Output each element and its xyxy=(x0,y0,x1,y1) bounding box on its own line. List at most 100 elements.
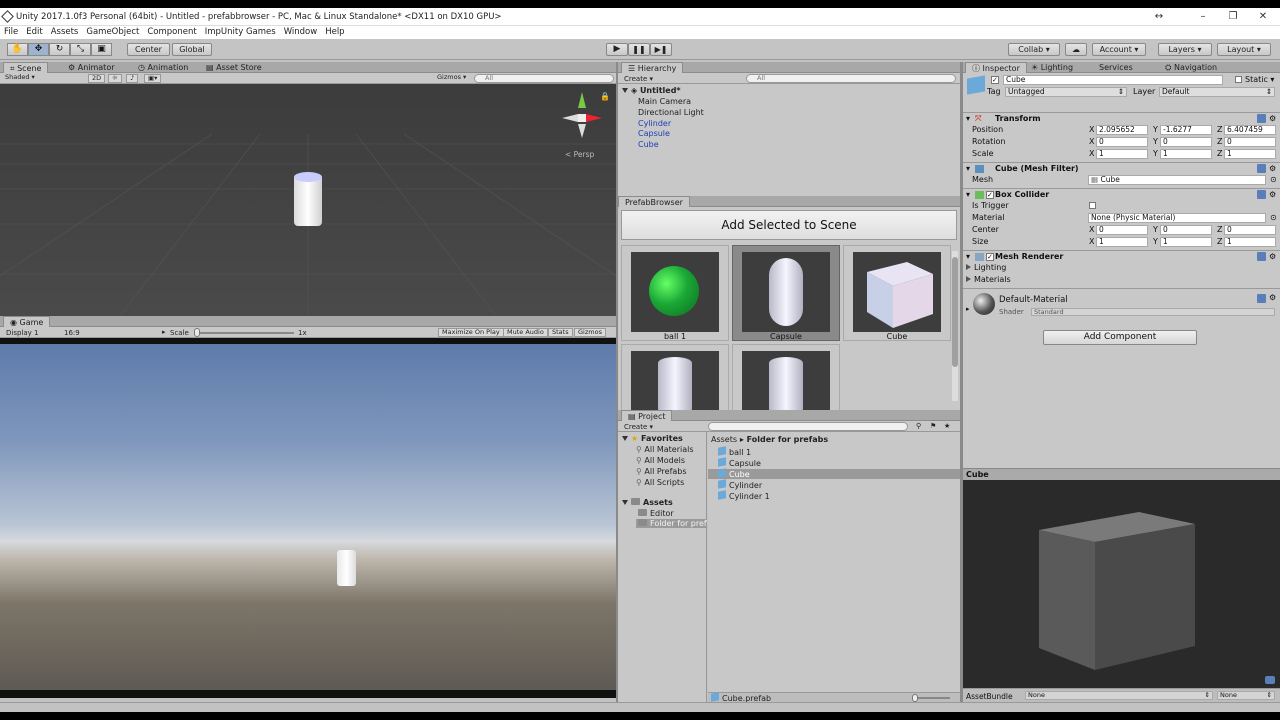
filter-type-icon[interactable]: ⚲ xyxy=(916,421,921,431)
scene-viewport[interactable]: < Persp 🔒 xyxy=(0,84,616,316)
scene-search-input[interactable]: All xyxy=(474,74,614,83)
foldout-arrow-icon[interactable]: ▾ xyxy=(966,163,970,174)
favorite-item[interactable]: ⚲ All Prefabs xyxy=(636,467,687,476)
game-gizmos-dropdown[interactable]: Gizmos xyxy=(574,328,606,337)
favorite-item[interactable]: ⚲ All Materials xyxy=(636,445,694,454)
file-item[interactable]: ball 1 xyxy=(718,446,751,457)
pivot-center-toggle[interactable]: Center xyxy=(127,43,170,56)
prefab-browser-scrollbar[interactable] xyxy=(952,251,958,401)
center-x-field[interactable]: 0 xyxy=(1096,225,1148,235)
box-collider-enabled-checkbox[interactable]: ✓ xyxy=(986,191,994,199)
rect-tool-icon[interactable]: ▣ xyxy=(91,43,112,56)
scale-tool-icon[interactable]: ⤡ xyxy=(70,43,91,56)
tab-lighting[interactable]: ☀ Lighting xyxy=(1025,62,1079,73)
audio-toggle-icon[interactable]: ♪ xyxy=(126,74,139,83)
preview-viewport[interactable] xyxy=(963,480,1280,688)
hand-tool-icon[interactable]: ✋ xyxy=(7,43,28,56)
file-item[interactable]: Cylinder 1 xyxy=(718,490,770,501)
pivot-global-toggle[interactable]: Global xyxy=(172,43,212,56)
move-tool-icon[interactable]: ✥ xyxy=(28,43,49,56)
rotation-x-field[interactable]: 0 xyxy=(1096,137,1148,147)
scrollbar-thumb[interactable] xyxy=(952,257,958,367)
minimize-button[interactable]: – xyxy=(1190,10,1216,24)
2d-toggle[interactable]: 2D xyxy=(88,74,106,83)
prefab-card-cube[interactable]: Cube xyxy=(843,245,951,341)
prefab-card-capsule[interactable]: Capsule xyxy=(732,245,840,341)
assetbundle-variant-dropdown[interactable]: None ⇕ xyxy=(1217,691,1275,700)
position-x-field[interactable]: 2.095652 xyxy=(1096,125,1148,135)
tab-prefab-browser[interactable]: PrefabBrowser xyxy=(618,196,690,207)
menu-window[interactable]: Window xyxy=(280,26,322,38)
help-icon[interactable] xyxy=(1257,252,1266,261)
stats-toggle[interactable]: Stats xyxy=(548,328,573,337)
hierarchy-item[interactable]: Capsule xyxy=(638,129,670,138)
lighting-foldout[interactable]: Lighting xyxy=(966,263,1006,272)
favorite-star-icon[interactable]: ★ xyxy=(944,421,950,431)
foldout-arrow-icon[interactable]: ▾ xyxy=(966,189,970,200)
size-y-field[interactable]: 1 xyxy=(1160,237,1212,247)
tab-game[interactable]: ◉ Game xyxy=(3,316,51,327)
menu-help[interactable]: Help xyxy=(321,26,348,38)
transform-header[interactable]: ▾ ⤧ Transform ⚙ xyxy=(963,112,1280,124)
tag-dropdown[interactable]: Untagged ⇕ xyxy=(1005,87,1127,97)
rotation-z-field[interactable]: 0 xyxy=(1224,137,1276,147)
lock-icon[interactable]: 🔒 xyxy=(600,92,610,101)
collab-dropdown[interactable]: Collab ▾ xyxy=(1008,43,1060,56)
assetbundle-dropdown[interactable]: None ⇕ xyxy=(1025,691,1213,700)
box-collider-header[interactable]: ▾ ✓ Box Collider ⚙ xyxy=(963,188,1280,200)
folder-item-selected[interactable]: Folder for prefabs xyxy=(636,519,707,528)
icon-size-slider[interactable] xyxy=(914,697,950,699)
size-x-field[interactable]: 1 xyxy=(1096,237,1148,247)
settings-gear-icon[interactable]: ⚙ xyxy=(1269,163,1276,174)
layer-dropdown[interactable]: Default ⇕ xyxy=(1159,87,1275,97)
folder-item[interactable]: Editor xyxy=(638,509,674,518)
favorite-item[interactable]: ⚲ All Models xyxy=(636,456,685,465)
hierarchy-search-input[interactable]: All xyxy=(746,74,956,83)
mute-audio-toggle[interactable]: Mute Audio xyxy=(503,328,548,337)
menu-gameobject[interactable]: GameObject xyxy=(82,26,143,38)
object-picker-icon[interactable]: ⊙ xyxy=(1270,175,1277,184)
persp-label[interactable]: < Persp xyxy=(565,150,594,159)
menu-component[interactable]: Component xyxy=(143,26,200,38)
scale-slider[interactable] xyxy=(194,332,294,334)
prefab-card-cylinder-1[interactable] xyxy=(732,344,840,415)
step-button[interactable]: ▶❚ xyxy=(650,43,672,56)
tab-scene[interactable]: ⌗ Scene xyxy=(3,62,49,73)
icon-size-slider-handle[interactable] xyxy=(912,694,918,702)
menu-assets[interactable]: Assets xyxy=(47,26,83,38)
materials-foldout[interactable]: Materials xyxy=(966,275,1011,284)
tab-services[interactable]: Services xyxy=(1093,62,1139,73)
restore-icon[interactable]: ↔ xyxy=(1146,10,1172,24)
rotate-tool-icon[interactable]: ↻ xyxy=(49,43,70,56)
settings-gear-icon[interactable]: ⚙ xyxy=(1269,113,1276,124)
rotation-y-field[interactable]: 0 xyxy=(1160,137,1212,147)
size-z-field[interactable]: 1 xyxy=(1224,237,1276,247)
assets-header[interactable]: Assets xyxy=(622,498,673,507)
tab-project[interactable]: ▤ Project xyxy=(621,410,673,421)
tab-animator[interactable]: ⚙ Animator xyxy=(62,62,121,73)
hierarchy-create-dropdown[interactable]: Create ▾ xyxy=(624,74,653,84)
scale-x-field[interactable]: 1 xyxy=(1096,149,1148,159)
object-picker-icon[interactable]: ⊙ xyxy=(1270,213,1277,222)
hierarchy-item[interactable]: Directional Light xyxy=(638,108,704,117)
breadcrumb-assets[interactable]: Assets xyxy=(711,435,737,444)
center-z-field[interactable]: 0 xyxy=(1224,225,1276,235)
help-icon[interactable] xyxy=(1257,190,1266,199)
center-y-field[interactable]: 0 xyxy=(1160,225,1212,235)
position-z-field[interactable]: 6.407459 xyxy=(1224,125,1276,135)
settings-gear-icon[interactable]: ⚙ xyxy=(1269,251,1276,262)
settings-gear-icon[interactable]: ⚙ xyxy=(1269,189,1276,200)
favorites-header[interactable]: ★ Favorites xyxy=(622,434,683,443)
preview-header[interactable]: Cube xyxy=(963,468,1280,480)
settings-gear-icon[interactable]: ⚙ xyxy=(1269,293,1276,302)
add-selected-to-scene-button[interactable]: Add Selected to Scene xyxy=(621,210,957,240)
add-component-button[interactable]: Add Component xyxy=(1043,330,1197,345)
active-checkbox[interactable]: ✓ xyxy=(991,76,999,84)
mesh-renderer-header[interactable]: ▾ ✓ Mesh Renderer ⚙ xyxy=(963,250,1280,262)
object-name-field[interactable]: Cube xyxy=(1003,75,1223,85)
layout-dropdown[interactable]: Layout ▾ xyxy=(1217,43,1271,56)
tab-asset-store[interactable]: ▤ Asset Store xyxy=(200,62,268,73)
favorite-item[interactable]: ⚲ All Scripts xyxy=(636,478,684,487)
scale-y-field[interactable]: 1 xyxy=(1160,149,1212,159)
hierarchy-item[interactable]: Cube xyxy=(638,140,659,149)
